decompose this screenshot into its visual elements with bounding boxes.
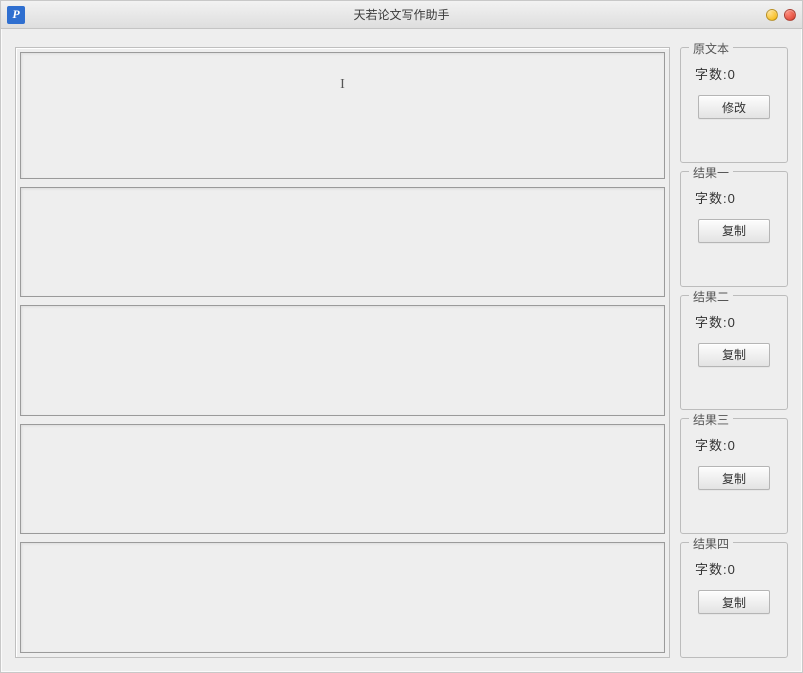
app-window: P 天若论文写作助手 I: [0, 0, 803, 673]
count-value: 0: [728, 67, 736, 82]
window-controls: [766, 9, 796, 21]
panel-legend: 结果四: [689, 535, 733, 552]
count-line: 字数:0: [689, 182, 779, 207]
count-value: 0: [728, 315, 736, 330]
modify-button[interactable]: 修改: [698, 95, 770, 119]
panel-result-3: 结果三 字数:0 复制: [680, 418, 788, 534]
close-button[interactable]: [784, 9, 796, 21]
result-2-input[interactable]: [21, 306, 664, 415]
panel-original: 原文本 字数:0 修改: [680, 47, 788, 163]
titlebar[interactable]: P 天若论文写作助手: [1, 1, 802, 29]
copy-button[interactable]: 复制: [698, 219, 770, 243]
minimize-button[interactable]: [766, 9, 778, 21]
text-panels-column: I: [15, 47, 670, 658]
side-panels-column: 原文本 字数:0 修改 结果一 字数:0 复制 结果二 字数:0 复制: [680, 47, 788, 658]
panel-legend: 原文本: [689, 40, 733, 57]
panel-legend: 结果二: [689, 288, 733, 305]
count-prefix: 字数:: [695, 67, 728, 82]
count-prefix: 字数:: [695, 438, 728, 453]
count-prefix: 字数:: [695, 562, 728, 577]
result-4-wrap: [20, 542, 665, 653]
result-4-input[interactable]: [21, 543, 664, 652]
content-area: I 原文本 字数:0 修改 结: [1, 29, 802, 672]
panel-result-1: 结果一 字数:0 复制: [680, 171, 788, 287]
count-line: 字数:0: [689, 553, 779, 578]
result-3-input[interactable]: [21, 425, 664, 534]
count-line: 字数:0: [689, 306, 779, 331]
copy-button[interactable]: 复制: [698, 466, 770, 490]
result-2-wrap: [20, 305, 665, 416]
count-value: 0: [728, 562, 736, 577]
original-text-input[interactable]: [21, 53, 664, 178]
panel-result-4: 结果四 字数:0 复制: [680, 542, 788, 658]
result-3-wrap: [20, 424, 665, 535]
count-line: 字数:0: [689, 58, 779, 83]
window-title: 天若论文写作助手: [1, 6, 802, 23]
copy-button[interactable]: 复制: [698, 343, 770, 367]
result-1-input[interactable]: [21, 188, 664, 297]
app-icon-letter: P: [12, 7, 19, 22]
result-1-wrap: [20, 187, 665, 298]
app-icon: P: [7, 6, 25, 24]
count-line: 字数:0: [689, 429, 779, 454]
count-prefix: 字数:: [695, 315, 728, 330]
copy-button[interactable]: 复制: [698, 590, 770, 614]
count-value: 0: [728, 438, 736, 453]
panel-result-2: 结果二 字数:0 复制: [680, 295, 788, 411]
panel-legend: 结果三: [689, 411, 733, 428]
count-prefix: 字数:: [695, 191, 728, 206]
original-text-wrap: I: [20, 52, 665, 179]
count-value: 0: [728, 191, 736, 206]
panel-legend: 结果一: [689, 164, 733, 181]
